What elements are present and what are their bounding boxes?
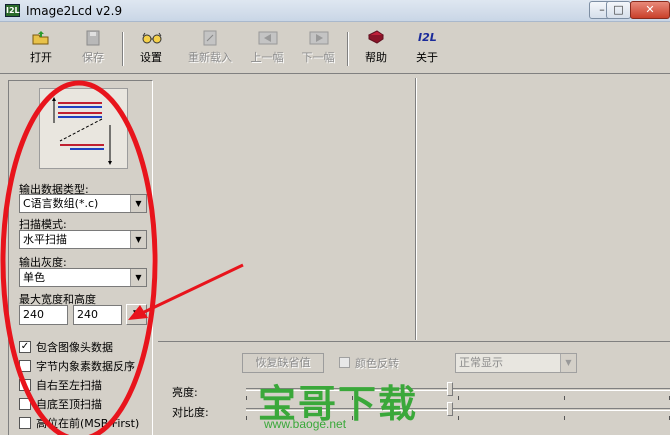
reload-button[interactable]: 重新载入 (184, 30, 236, 70)
image-preview-area (158, 78, 670, 340)
window-title: Image2Lcd v2.9 (26, 4, 123, 18)
maximize-button[interactable]: □ (606, 1, 631, 19)
open-label: 打开 (30, 51, 52, 64)
close-button[interactable]: ✕ (630, 1, 670, 19)
msb-first-checkbox[interactable] (19, 417, 31, 429)
chevron-down-icon: ▼ (130, 231, 146, 248)
save-button[interactable]: 保存 (71, 30, 115, 70)
gray-level-select[interactable]: 单色 ▼ (19, 268, 147, 287)
settings-label: 设置 (140, 51, 162, 64)
next-image-button[interactable]: 下一幅 (296, 30, 340, 70)
open-folder-icon (32, 30, 50, 46)
scan-mode-value: 水平扫描 (23, 233, 67, 246)
display-mode-value: 正常显示 (459, 356, 503, 369)
chevron-down-icon: ▼ (560, 354, 576, 372)
chevron-down-icon: ▼ (130, 269, 146, 286)
prev-label: 上一幅 (250, 51, 284, 64)
scan-direction-diagram (52, 97, 112, 165)
contrast-slider-thumb[interactable] (446, 402, 453, 416)
help-button[interactable]: 帮助 (354, 30, 398, 70)
title-bar: I2L Image2Lcd v2.9 – □ ✕ (0, 0, 670, 22)
brightness-slider-thumb[interactable] (446, 382, 453, 396)
settings-button[interactable]: 设置 (129, 30, 173, 70)
contrast-label: 对比度: (172, 406, 209, 419)
app-icon: I2L (5, 4, 20, 17)
toolbar-separator (122, 32, 124, 66)
gray-level-value: 单色 (23, 271, 45, 284)
bottom-to-top-checkbox[interactable] (19, 398, 31, 410)
apply-size-button[interactable]: ▼ (126, 304, 147, 325)
msb-first-label: 高位在前(MSB First) (36, 417, 140, 430)
max-height-input[interactable]: 240 (73, 305, 122, 325)
scan-mode-select[interactable]: 水平扫描 ▼ (19, 230, 147, 249)
arrow-left-icon (258, 30, 278, 46)
save-label: 保存 (82, 51, 104, 64)
arrow-right-icon (309, 30, 329, 46)
floppy-disk-icon (84, 30, 102, 46)
about-logo-icon: I2L (418, 31, 437, 44)
glasses-icon (142, 30, 162, 46)
include-header-label: 包含图像头数据 (36, 341, 113, 354)
display-mode-select[interactable]: 正常显示 ▼ (455, 353, 577, 373)
app-window: { "window": {"title": "Image2Lcd v2.9", … (0, 0, 670, 435)
watermark-url: www.baoge.net (264, 417, 347, 431)
reverse-byte-pixels-label: 字节内象素数据反序 (36, 360, 135, 373)
invert-colors-label: 颜色反转 (355, 357, 399, 370)
right-to-left-label: 自右至左扫描 (36, 379, 102, 392)
brightness-label: 亮度: (172, 386, 198, 399)
right-to-left-checkbox[interactable] (19, 379, 31, 391)
chevron-down-icon: ▼ (130, 195, 146, 212)
help-book-icon (367, 30, 385, 46)
restore-defaults-button[interactable]: 恢复缺省值 (242, 353, 324, 373)
open-button[interactable]: 打开 (19, 30, 63, 70)
output-type-value: C语言数组(*.c) (23, 197, 99, 210)
watermark-logo: 宝哥下载 www.baoge.net (258, 373, 418, 435)
bottom-to-top-label: 自底至顶扫描 (36, 398, 102, 411)
reverse-byte-pixels-checkbox[interactable] (19, 360, 31, 372)
preview-divider[interactable] (415, 78, 417, 340)
reload-label: 重新载入 (188, 51, 232, 64)
about-button[interactable]: I2L 关于 (405, 30, 449, 70)
reload-icon (201, 30, 219, 46)
previous-image-button[interactable]: 上一幅 (245, 30, 289, 70)
help-label: 帮助 (365, 51, 387, 64)
toolbar-separator (347, 32, 349, 66)
about-label: 关于 (416, 51, 438, 64)
output-type-select[interactable]: C语言数组(*.c) ▼ (19, 194, 147, 213)
include-header-checkbox[interactable]: ✓ (19, 341, 31, 353)
invert-colors-checkbox[interactable] (339, 357, 350, 368)
max-width-input[interactable]: 240 (19, 305, 68, 325)
next-label: 下一幅 (301, 51, 335, 64)
scan-preview-image (39, 88, 128, 169)
toolbar: 打开 保存 设置 重新载入 上一幅 下一幅 帮助 I2L 关于 (0, 22, 670, 74)
